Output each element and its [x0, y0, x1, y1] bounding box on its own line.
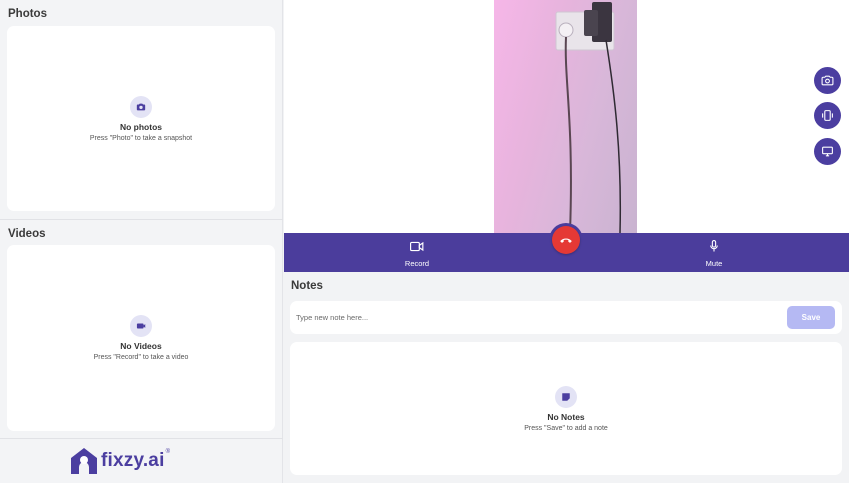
mute-label: Mute	[705, 259, 723, 268]
camera-feed	[494, 0, 637, 233]
divider	[0, 219, 283, 220]
videos-empty-state: No Videos Press "Record" to take a video	[7, 315, 275, 361]
photos-empty-title: No photos	[119, 122, 163, 132]
media-panel: Photos No photos Press "Photo" to take a…	[0, 0, 283, 483]
end-call-button[interactable]	[552, 226, 580, 254]
videos-title: Videos	[8, 228, 46, 240]
hangup-ring	[549, 223, 583, 257]
notes-title: Notes	[291, 280, 323, 292]
camera-icon	[130, 96, 152, 118]
call-controls-bar: Record Mute	[284, 223, 849, 272]
video-camera-icon	[410, 241, 424, 252]
note-input[interactable]	[296, 307, 776, 328]
photos-title: Photos	[8, 8, 47, 20]
photos-empty-state: No photos Press "Photo" to take a snapsh…	[7, 96, 275, 142]
screen-share-button[interactable]	[814, 138, 841, 165]
brand-name: fixzy.ai	[101, 450, 165, 471]
fixzy-logo: fixzy.ai ®	[70, 446, 170, 476]
divider	[0, 438, 283, 439]
save-note-button[interactable]: Save	[787, 306, 835, 329]
camera-icon	[821, 75, 834, 86]
call-panel: Record Mute Notes Save No Notes Press "S…	[284, 0, 849, 483]
camera-button[interactable]	[814, 67, 841, 94]
videos-empty-sub: Press "Record" to take a video	[93, 354, 189, 361]
notes-empty-title: No Notes	[547, 412, 585, 422]
house-person-icon	[71, 448, 97, 474]
mute-button[interactable]: Mute	[684, 239, 744, 268]
notes-card: No Notes Press "Save" to add a note	[290, 342, 842, 475]
videos-card: No Videos Press "Record" to take a video	[7, 245, 275, 431]
phone-hangup-icon	[560, 238, 572, 243]
phone-rotate-icon	[822, 110, 833, 121]
record-label: Record	[404, 259, 430, 268]
notes-empty-sub: Press "Save" to add a note	[524, 425, 608, 432]
vibrate-phone-button[interactable]	[814, 102, 841, 129]
camera-feed-image	[555, 2, 622, 233]
notes-empty-state: No Notes Press "Save" to add a note	[290, 386, 842, 432]
note-entry-bar: Save	[290, 301, 842, 334]
videos-empty-title: No Videos	[120, 341, 162, 351]
microphone-icon	[710, 240, 718, 252]
photos-card: No photos Press "Photo" to take a snapsh…	[7, 26, 275, 211]
brand-registered-mark: ®	[165, 449, 170, 455]
photos-empty-sub: Press "Photo" to take a snapshot	[89, 135, 193, 142]
monitor-icon	[822, 146, 833, 157]
video-area	[284, 0, 849, 233]
note-icon	[555, 386, 577, 408]
video-camera-icon	[130, 315, 152, 337]
record-button[interactable]: Record	[387, 239, 447, 268]
